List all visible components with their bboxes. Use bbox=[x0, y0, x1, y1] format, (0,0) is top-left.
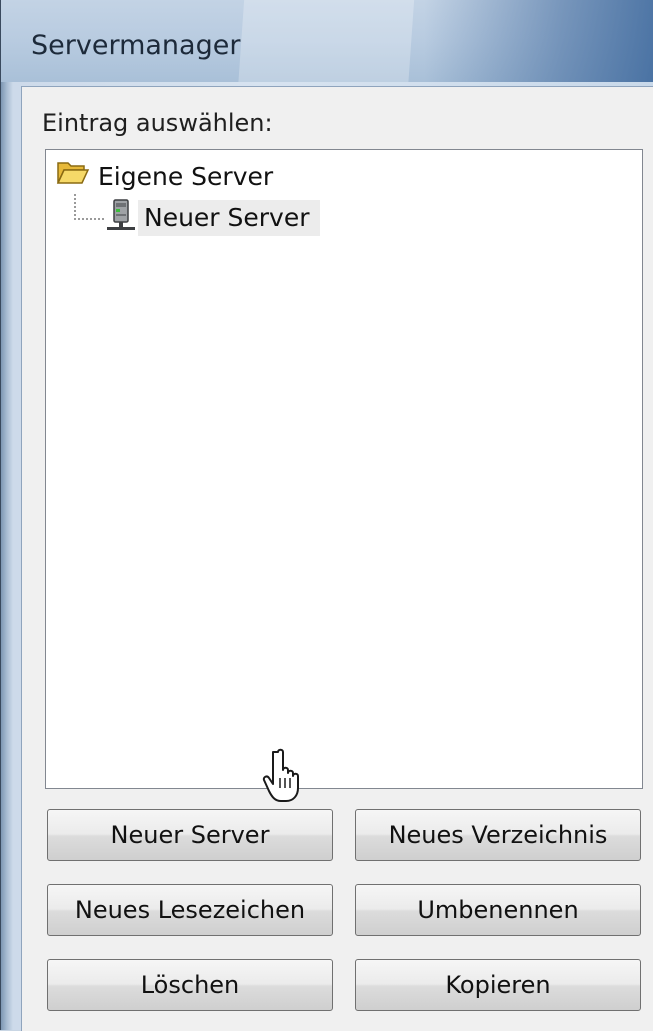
hand-cursor-icon bbox=[259, 748, 309, 804]
tree-node-label: Neuer Server bbox=[138, 200, 320, 236]
copy-button[interactable]: Kopieren bbox=[355, 959, 641, 1011]
new-bookmark-button[interactable]: Neues Lesezeichen bbox=[47, 884, 333, 936]
tree-node-label: Eigene Server bbox=[98, 161, 274, 191]
tree-node-new-server[interactable]: Neuer Server bbox=[104, 197, 320, 239]
new-server-button[interactable]: Neuer Server bbox=[47, 809, 333, 861]
tree-connector bbox=[74, 194, 104, 220]
server-tree[interactable]: Eigene Server Neuer Server bbox=[45, 149, 643, 789]
open-folder-icon bbox=[56, 159, 90, 193]
new-directory-button[interactable]: Neues Verzeichnis bbox=[355, 809, 641, 861]
servermanager-window: Servermanager Eintrag auswählen: Eigene … bbox=[0, 0, 653, 1031]
tree-node-own-servers[interactable]: Eigene Server bbox=[56, 158, 273, 194]
server-icon bbox=[104, 197, 138, 239]
select-entry-label: Eintrag auswählen: bbox=[42, 109, 273, 137]
client-area: Eintrag auswählen: Eigene Server Neuer S… bbox=[21, 86, 653, 1031]
rename-button[interactable]: Umbenennen bbox=[355, 884, 641, 936]
title-bar[interactable]: Servermanager bbox=[1, 0, 653, 82]
delete-button[interactable]: Löschen bbox=[47, 959, 333, 1011]
window-title: Servermanager bbox=[31, 30, 241, 61]
